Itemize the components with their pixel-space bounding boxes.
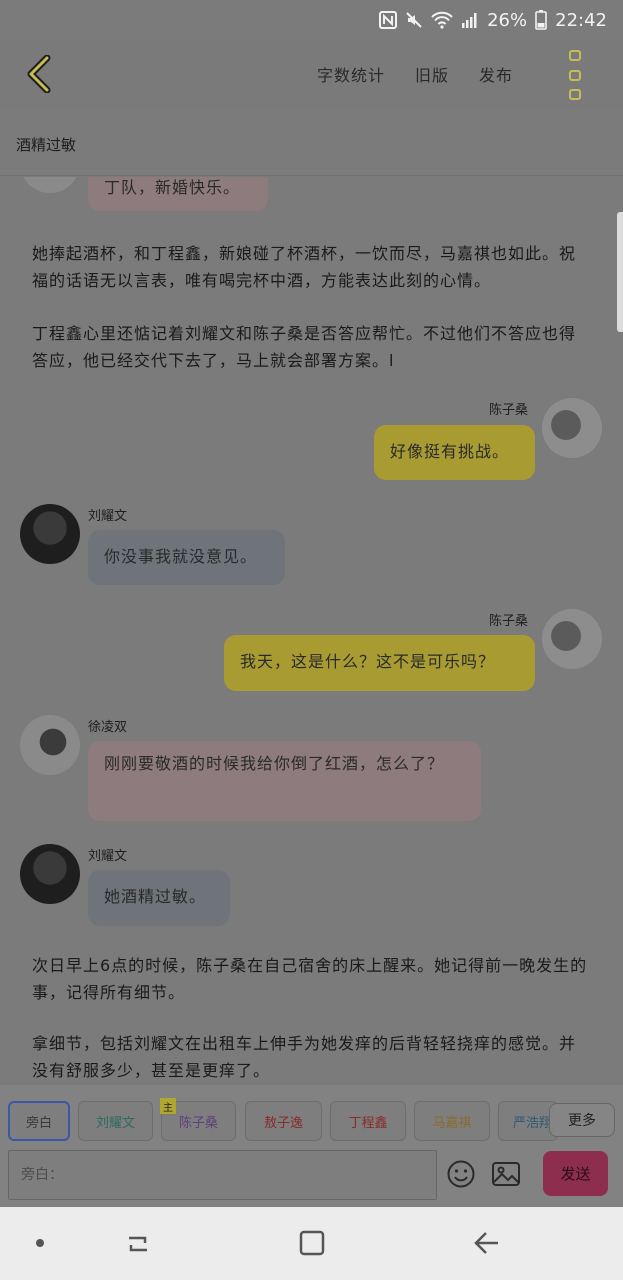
character-chip-label: 马嘉祺 — [432, 1115, 472, 1131]
home-icon[interactable] — [294, 1225, 330, 1261]
more-dot — [569, 50, 581, 61]
mute-icon — [405, 11, 423, 29]
battery-icon — [535, 10, 547, 30]
avatar[interactable] — [20, 715, 80, 775]
narration-text[interactable]: 拿细节，包括刘耀文在出租车上伸手为她发痒的后背轻轻挠痒的感觉。并没有舒服多少，甚… — [32, 1030, 592, 1084]
speaker-name: 陈子桑 — [489, 403, 529, 418]
character-chip-label: 严浩翔 — [513, 1115, 553, 1131]
back-button[interactable] — [22, 54, 56, 94]
speaker-name: 陈子桑 — [489, 614, 529, 629]
more-dot — [569, 69, 581, 81]
speaker-name: 徐凌双 — [88, 720, 128, 735]
character-chip-label: 旁白 — [25, 1115, 52, 1131]
narration-text[interactable]: 她捧起酒杯，和丁程鑫，新娘碰了杯酒杯，一饮而尽，马嘉祺也如此。祝福的话语无以言表… — [32, 240, 592, 294]
character-chip-label: 刘耀文 — [95, 1115, 135, 1131]
more-characters-button[interactable]: 更多 — [549, 1103, 615, 1137]
chat-bubble[interactable]: 丁队，新婚快乐。 — [88, 177, 268, 211]
character-chip[interactable]: 敖子逸 — [245, 1101, 322, 1141]
emoji-icon[interactable] — [446, 1159, 476, 1189]
back-icon[interactable] — [469, 1225, 505, 1261]
speaker-name: 刘耀文 — [88, 509, 128, 524]
avatar[interactable] — [20, 504, 80, 564]
character-chip[interactable]: 刘耀文 — [78, 1101, 153, 1141]
chat-bubble[interactable]: 你没事我就没意见。 — [88, 530, 285, 585]
story-content[interactable]: 丁队，新婚快乐。 她捧起酒杯，和丁程鑫，新娘碰了杯酒杯，一饮而尽，马嘉祺也如此。… — [0, 177, 623, 1084]
character-chip-label: 敖子逸 — [263, 1115, 303, 1131]
character-chip-label: 丁程鑫 — [348, 1115, 388, 1131]
more-dot — [569, 89, 581, 100]
nfc-icon — [379, 11, 398, 29]
old-version-button[interactable]: 旧版 — [415, 62, 449, 88]
speaker-name: 刘耀文 — [88, 849, 128, 864]
status-icons: 26% 22:42 — [379, 8, 607, 32]
input-area: 发送 — [0, 1143, 623, 1207]
toolbar-actions: 字数统计 旧版 发布 — [317, 62, 513, 88]
chapter-title[interactable]: 酒精过敏 — [16, 134, 76, 155]
wifi-icon — [431, 11, 453, 29]
word-count-button[interactable]: 字数统计 — [317, 62, 385, 88]
narration-text[interactable]: 丁程鑫心里还惦记着刘耀文和陈子桑是否答应帮忙。不过他们不答应也得答应，他已经交代… — [32, 320, 592, 374]
publish-button[interactable]: 发布 — [479, 62, 513, 88]
character-chip[interactable]: 丁程鑫 — [330, 1101, 406, 1141]
character-chip-label: 陈子桑 — [178, 1115, 218, 1131]
scrollbar[interactable] — [617, 212, 623, 332]
nav-dot-icon[interactable] — [22, 1225, 58, 1261]
chapter-bar: 酒精过敏 — [0, 110, 623, 176]
avatar[interactable] — [542, 398, 602, 458]
system-nav-bar — [0, 1207, 623, 1280]
clock: 22:42 — [555, 9, 607, 31]
editor-toolbar: 字数统计 旧版 发布 — [0, 40, 623, 110]
chat-bubble[interactable]: 她酒精过敏。 — [88, 870, 230, 926]
character-chip-narrator[interactable]: 旁白 — [8, 1101, 70, 1141]
chat-bubble[interactable]: 刚刚要敬酒的时候我给你倒了红酒，怎么了？ — [88, 741, 481, 821]
more-vertical-icon[interactable] — [564, 50, 586, 100]
chat-bubble[interactable]: 我天，这是什么？这不是可乐吗？ — [224, 635, 535, 691]
main-character-badge: 主 — [160, 1098, 176, 1114]
avatar[interactable] — [20, 844, 80, 904]
narration-text[interactable]: 次日早上6点的时候，陈子桑在自己宿舍的床上醒来。她记得前一晚发生的事，记得所有细… — [32, 952, 592, 1006]
recent-apps-icon[interactable] — [120, 1225, 156, 1261]
chat-bubble[interactable]: 好像挺有挑战。 — [374, 425, 535, 480]
battery-percent: 26% — [487, 9, 528, 31]
signal-icon — [461, 11, 479, 29]
character-chip[interactable]: 马嘉祺 — [414, 1101, 490, 1141]
message-input[interactable] — [8, 1150, 437, 1200]
avatar[interactable] — [20, 177, 80, 193]
character-chip-main[interactable]: 主 陈子桑 — [160, 1098, 236, 1141]
chevron-left-icon — [27, 55, 51, 93]
character-selector: 旁白 刘耀文 主 陈子桑 敖子逸 丁程鑫 马嘉祺 严浩翔 更多 — [0, 1085, 623, 1143]
image-icon[interactable] — [491, 1159, 521, 1189]
status-bar: 26% 22:42 — [0, 0, 623, 40]
avatar[interactable] — [542, 609, 602, 669]
send-button[interactable]: 发送 — [543, 1151, 608, 1196]
